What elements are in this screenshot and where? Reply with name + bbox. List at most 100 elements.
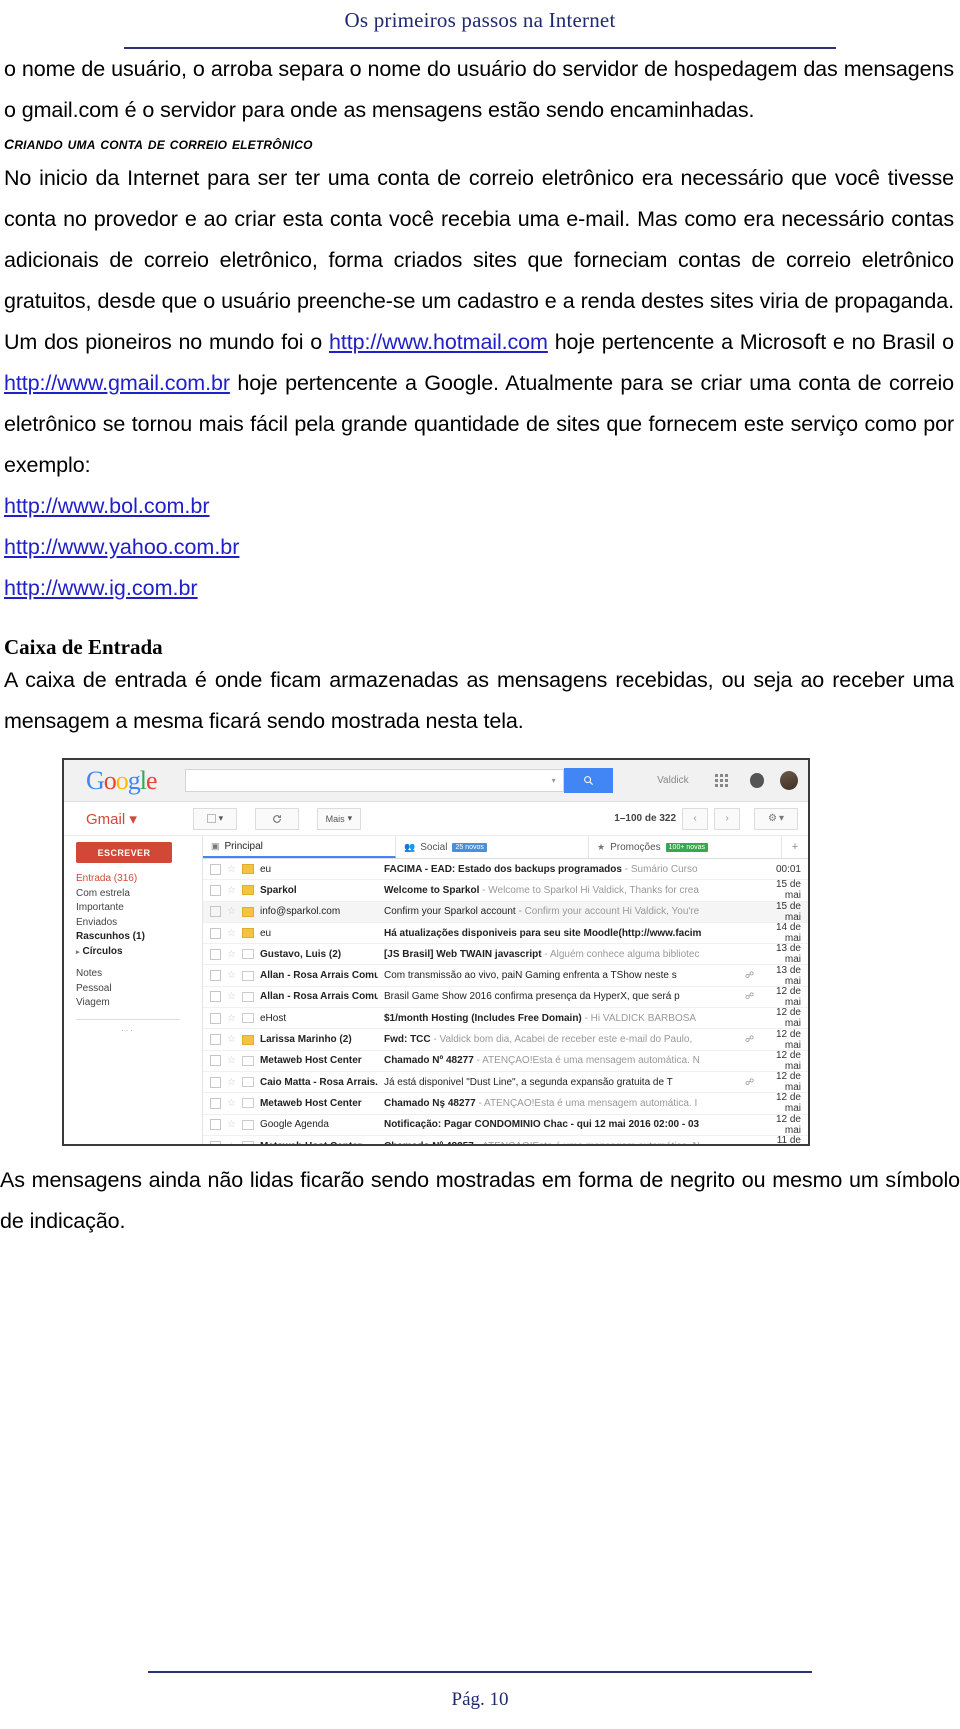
paragraph-unread-note: As mensagens ainda não lidas ficarão sen… [0, 1168, 960, 1233]
sidebar-more-toggle[interactable]: ... [76, 1023, 180, 1033]
row-checkbox[interactable] [210, 884, 221, 896]
link-yahoo[interactable]: http://www.yahoo.com.br [4, 535, 239, 559]
star-icon[interactable]: ☆ [227, 1098, 236, 1109]
sidebar-item-rascunhos[interactable]: Rascunhos (1) [76, 930, 202, 945]
star-icon[interactable]: ☆ [227, 906, 236, 917]
label-tag-icon[interactable] [241, 1077, 254, 1088]
label-tag-icon[interactable] [241, 1034, 254, 1045]
row-checkbox[interactable] [210, 1055, 221, 1067]
label-tag-icon[interactable] [241, 1119, 254, 1130]
account-name[interactable]: Valdick [657, 775, 689, 786]
more-button[interactable]: Mais ▾ [316, 807, 361, 830]
row-checkbox[interactable] [210, 863, 221, 875]
sidebar-item-enviados[interactable]: Enviados [76, 916, 202, 931]
gmail-label[interactable]: Gmail ▾ [86, 810, 137, 828]
paragraph-email-history: No inicio da Internet para ser ter uma c… [4, 158, 954, 486]
add-tab-button[interactable]: + [782, 836, 808, 858]
table-row[interactable]: ☆ info@sparkol.com Confirm your Sparkol ac… [203, 901, 808, 923]
star-icon[interactable]: ☆ [227, 1055, 236, 1066]
search-button[interactable] [563, 768, 614, 793]
star-icon[interactable]: ☆ [227, 1141, 236, 1145]
previous-page-button[interactable]: ‹ [682, 807, 708, 830]
row-checkbox[interactable] [210, 927, 221, 939]
avatar[interactable] [779, 771, 798, 790]
sidebar-item-notes[interactable]: Notes [76, 967, 202, 982]
chevron-down-icon[interactable]: ▾ [552, 776, 563, 785]
table-row[interactable]: ☆ eHost $1/month Hosting (Includes Free Do… [203, 1007, 808, 1030]
sidebar-item-entrada[interactable]: Entrada (316) [76, 872, 202, 887]
table-row[interactable]: ☆ Caio Matta - Rosa Arrais. Já está dispon… [203, 1071, 808, 1094]
chevron-down-icon[interactable]: ▾ [129, 811, 137, 828]
select-all-checkbox-button[interactable]: ▾ [192, 807, 237, 830]
label-tag-icon[interactable] [241, 1055, 254, 1066]
row-snippet: - ATENÇÃO!Esta é uma mensagem automática… [473, 1055, 700, 1067]
row-checkbox[interactable] [210, 1119, 221, 1131]
star-icon[interactable]: ☆ [227, 991, 236, 1002]
search-input[interactable]: ▾ [184, 769, 564, 792]
label-tag-icon[interactable] [241, 906, 254, 917]
refresh-button[interactable] [254, 807, 299, 830]
compose-button[interactable]: ESCREVER [76, 842, 172, 863]
table-row[interactable]: ☆ Gustavo, Luis (2) [JS Brasil] Web TWAIN … [203, 943, 808, 966]
star-icon[interactable]: ☆ [227, 949, 236, 960]
star-icon[interactable]: ☆ [227, 1013, 236, 1024]
row-checkbox[interactable] [210, 991, 221, 1003]
star-icon[interactable]: ☆ [227, 1034, 236, 1045]
label-tag-icon[interactable] [241, 885, 254, 896]
link-hotmail[interactable]: http://www.hotmail.com [329, 330, 548, 354]
label-tag-icon[interactable] [241, 1098, 254, 1109]
footer-divider [148, 1671, 812, 1673]
label-tag-icon[interactable] [241, 970, 254, 981]
table-row[interactable]: ☆ Metaweb Host Center Chamado Nº 48277 - A… [203, 1049, 808, 1072]
row-checkbox[interactable] [210, 1140, 221, 1144]
tab-principal[interactable]: ▣ Principal [203, 836, 396, 858]
table-row[interactable]: ☆ Sparkol Welcome to Sparkol - Welcome to … [203, 879, 808, 902]
sidebar-item-com-estrela[interactable]: Com estrela [76, 887, 202, 902]
row-subject: Welcome to Sparkol - Welcome to Sparkol … [384, 885, 739, 896]
row-checkbox[interactable] [210, 970, 221, 982]
table-row[interactable]: ☆ Google Agenda Notificação: Pagar CONDOMI… [203, 1114, 808, 1136]
star-icon[interactable]: ☆ [227, 885, 236, 896]
table-row[interactable]: ☆ Larissa Marinho (2) Fwd: TCC - Valdick b… [203, 1028, 808, 1051]
table-row[interactable]: ☆ Metaweb Host Center Chamado Nş 48277 - A… [203, 1092, 808, 1115]
row-checkbox[interactable] [210, 1076, 221, 1088]
sidebar-item-viagem[interactable]: Viagem [76, 996, 202, 1011]
settings-button[interactable]: ⚙ ▾ [754, 807, 798, 830]
label-tag-icon[interactable] [241, 864, 254, 875]
next-page-button[interactable]: › [714, 807, 740, 830]
sidebar-item-importante[interactable]: Importante [76, 901, 202, 916]
link-gmail[interactable]: http://www.gmail.com.br [4, 371, 230, 395]
label-tag-icon[interactable] [241, 949, 254, 960]
row-date: 12 de mai [775, 1049, 801, 1072]
star-icon[interactable]: ☆ [227, 928, 236, 939]
row-checkbox[interactable] [210, 906, 221, 918]
sidebar-item-pessoal[interactable]: Pessoal [76, 982, 202, 997]
tab-social[interactable]: 👥 Social 25 novos [396, 836, 589, 858]
table-row[interactable]: ☆ Allan - Rosa Arrais Comu. Com transmissã… [203, 965, 808, 987]
label-tag-icon[interactable] [241, 928, 254, 939]
table-row[interactable]: ☆ Allan - Rosa Arrais Comu. Brasil Game Sh… [203, 986, 808, 1009]
inbox-tabs: ▣ Principal 👥 Social 25 novos ★ Promoçõe… [203, 836, 808, 859]
row-checkbox[interactable] [210, 948, 221, 960]
link-ig[interactable]: http://www.ig.com.br [4, 576, 198, 600]
label-tag-icon[interactable] [241, 1013, 254, 1024]
table-row[interactable]: ☆ Metaweb Host Center Chamado Nº 48257 - A… [203, 1135, 808, 1145]
tab-promocoes[interactable]: ★ Promoções 100+ novas [589, 836, 782, 858]
table-row[interactable]: ☆ eu Há atualizações disponiveis para seu … [203, 922, 808, 945]
row-subject: Brasil Game Show 2016 confirma presença … [384, 991, 739, 1002]
label-tag-icon[interactable] [241, 991, 254, 1002]
row-checkbox[interactable] [210, 1034, 221, 1046]
link-bol[interactable]: http://www.bol.com.br [4, 494, 210, 518]
row-checkbox[interactable] [210, 1012, 221, 1024]
label-tag-icon[interactable] [241, 1141, 254, 1144]
sidebar-item-circulos[interactable]: ▸ Círculos [76, 945, 202, 961]
apps-grid-icon[interactable] [714, 774, 728, 787]
row-date: 12 de mai [775, 1028, 801, 1051]
star-icon[interactable]: ☆ [227, 864, 236, 875]
row-checkbox[interactable] [210, 1097, 221, 1109]
table-row[interactable]: ☆ eu FACIMA - EAD: Estado dos backups prog… [203, 859, 808, 881]
star-icon[interactable]: ☆ [227, 1077, 236, 1088]
star-icon[interactable]: ☆ [227, 1119, 236, 1130]
notifications-icon[interactable] [749, 773, 764, 788]
star-icon[interactable]: ☆ [227, 970, 236, 981]
